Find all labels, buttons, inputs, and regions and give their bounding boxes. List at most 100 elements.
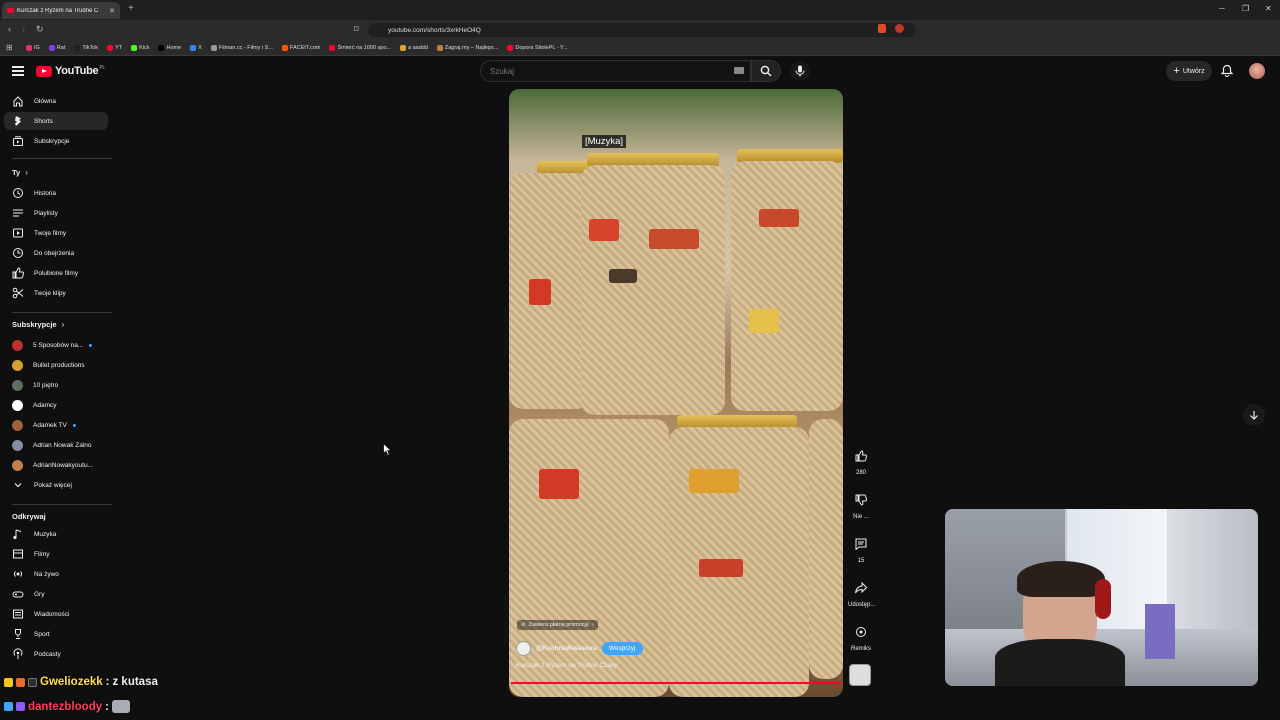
browser-tab[interactable]: Kurczak z Ryżem na Trudne C ✕ xyxy=(2,2,120,19)
sidebar-item-podcast[interactable]: Podcasty xyxy=(4,645,108,663)
bookmark-item[interactable]: a aaddd xyxy=(400,44,428,51)
brave-shield-icon[interactable] xyxy=(878,24,886,33)
bookmark-item[interactable]: FACEIT.com xyxy=(281,44,320,51)
close-tab-icon[interactable]: ✕ xyxy=(109,7,115,15)
short-video-player[interactable] xyxy=(509,89,843,697)
maximize-icon[interactable]: ❐ xyxy=(1242,4,1249,13)
channel-label: AdrianNowakyoutu... xyxy=(33,461,93,469)
subscription-channel[interactable]: 10 piętro xyxy=(4,376,108,394)
sidebar-item-live[interactable]: Na żywo xyxy=(4,565,108,583)
back-icon[interactable]: ‹ xyxy=(8,24,11,34)
sidebar-item-watch-later[interactable]: Do obejrzenia xyxy=(4,244,108,262)
bookmark-item[interactable]: Śmierć na 1000 spo... xyxy=(329,44,391,51)
bookmark-item[interactable]: IG xyxy=(26,44,40,51)
notifications-bell-icon[interactable] xyxy=(1220,64,1234,82)
create-button[interactable]: + Utwórz xyxy=(1166,61,1212,81)
sidebar-item-your-videos[interactable]: Twoje filmy xyxy=(4,224,108,242)
bookmark-item[interactable]: YT xyxy=(107,44,122,51)
next-short-button[interactable] xyxy=(1243,404,1265,426)
paid-promotion-label[interactable]: ⊘ Zawiera płatną promocję › xyxy=(517,620,598,630)
video-title[interactable]: Kurczak z Ryżem na Trudne Czasy xyxy=(516,662,618,669)
arrow-down-icon xyxy=(1250,411,1258,420)
bookmark-favicon-icon xyxy=(507,44,514,51)
search-button[interactable] xyxy=(751,60,781,82)
url-field[interactable]: youtube.com/shorts/3xrkHeO4Q xyxy=(368,23,916,37)
apps-grid-icon[interactable]: ⊞ xyxy=(6,43,13,52)
sidebar-item-subscriptions[interactable]: Subskrypcje xyxy=(4,132,108,150)
audio-thumbnail[interactable] xyxy=(849,664,871,686)
tab-title: Kurczak z Ryżem na Trudne C xyxy=(17,7,99,14)
like-button[interactable]: 280 xyxy=(848,444,874,476)
bookmark-item[interactable]: X xyxy=(190,44,202,51)
account-avatar[interactable] xyxy=(1249,63,1265,79)
minimize-icon[interactable]: ─ xyxy=(1219,4,1225,13)
channel-avatar xyxy=(12,379,23,391)
forward-icon[interactable]: › xyxy=(22,24,25,34)
bookmark-item[interactable]: Zagraj.my – Najleps... xyxy=(436,44,498,51)
remix-button[interactable]: Remiks xyxy=(848,620,874,652)
voice-search-button[interactable] xyxy=(790,61,810,81)
chat-username[interactable]: Gweliozekk xyxy=(40,676,103,688)
subscription-channel[interactable]: AdrianNowakyoutu... xyxy=(4,456,108,474)
bookmark-label: Dopora SitolePL - Y... xyxy=(515,44,568,51)
close-window-icon[interactable]: ✕ xyxy=(1265,4,1272,13)
bookmark-item[interactable]: Rat xyxy=(48,44,65,51)
new-tab-icon[interactable]: + xyxy=(128,3,134,14)
sidebar-item-history[interactable]: Historia xyxy=(4,184,108,202)
channel-avatar xyxy=(12,399,23,411)
bookmark-item[interactable]: TikTok xyxy=(74,44,98,51)
chat-username[interactable]: dantezbloody xyxy=(28,701,102,713)
subscription-channel[interactable]: 5 Sposobów na... xyxy=(4,336,108,354)
sidebar-item-liked[interactable]: Polubione filmy xyxy=(4,264,108,282)
sidebar-item-label: Na żywo xyxy=(34,570,59,578)
channel-avatar[interactable] xyxy=(516,641,531,656)
sidebar-item-news[interactable]: Wiadomości xyxy=(4,605,108,623)
sidebar-divider xyxy=(12,504,112,505)
menu-icon[interactable] xyxy=(12,66,24,76)
search-input[interactable]: Szukaj xyxy=(480,60,751,82)
rewards-icon[interactable] xyxy=(895,24,904,33)
channel-info: @KuchniaKwasiora Wesprzyj xyxy=(516,641,643,656)
eggplant-piece xyxy=(609,269,637,283)
show-more-button[interactable]: Pokaż więcej xyxy=(4,476,108,494)
sidebar-item-trophy[interactable]: Sport xyxy=(4,625,108,643)
history-icon xyxy=(12,187,24,199)
dislike-button[interactable]: Nie ... xyxy=(848,488,874,520)
subscription-channel[interactable]: Bullet productions xyxy=(4,356,108,374)
chat-text: z kutasa xyxy=(112,676,158,688)
subscription-channel[interactable]: Adamcy xyxy=(4,396,108,414)
subscription-channel[interactable]: Adamek TV xyxy=(4,416,108,434)
section-heading-text: Odkrywaj xyxy=(12,512,46,521)
sidebar-item-gaming[interactable]: Gry xyxy=(4,585,108,603)
bookmark-item[interactable]: Kick xyxy=(131,44,149,51)
sidebar-item-home[interactable]: Główna xyxy=(4,92,108,110)
section-explore[interactable]: Odkrywaj xyxy=(12,512,46,521)
bookmark-item[interactable]: Filman.cc - Filmy i S... xyxy=(210,44,273,51)
comments-button[interactable]: 15 xyxy=(848,532,874,564)
youtube-logo[interactable]: YouTube PL xyxy=(36,65,105,77)
subscription-channel[interactable]: Adrian Nowak Zalno xyxy=(4,436,108,454)
section-you[interactable]: Ty › xyxy=(12,168,28,177)
sidebar-item-playlist[interactable]: Playlisty xyxy=(4,204,108,222)
reload-icon[interactable]: ↻ xyxy=(36,24,44,35)
keyboard-icon[interactable] xyxy=(734,67,744,74)
section-subscriptions[interactable]: Subskrypcje › xyxy=(12,320,64,329)
sidebar-item-film[interactable]: Filmy xyxy=(4,545,108,563)
emote-icon xyxy=(16,677,25,687)
share-button[interactable]: Udostęp... xyxy=(848,576,875,608)
channel-name[interactable]: @KuchniaKwasiora xyxy=(536,645,597,652)
support-button[interactable]: Wesprzyj xyxy=(601,642,643,655)
bookmark-item[interactable]: Dopora SitolePL - Y... xyxy=(507,44,568,51)
jar xyxy=(731,161,843,411)
bookmark-favicon-icon xyxy=(74,44,81,51)
podcast-icon xyxy=(12,648,24,660)
sidebar-item-label: Sport xyxy=(34,630,50,638)
channel-label: Adamek TV xyxy=(33,421,67,429)
bookmark-icon[interactable]: ⌑ xyxy=(354,24,359,35)
sidebar-item-shorts[interactable]: Shorts xyxy=(4,112,108,130)
sidebar-item-music[interactable]: Muzyka xyxy=(4,525,108,543)
live-icon xyxy=(12,568,24,580)
bookmark-item[interactable]: Home xyxy=(158,44,181,51)
video-progress-bar[interactable] xyxy=(511,682,841,684)
sidebar-item-clips[interactable]: Twoje klipy xyxy=(4,284,108,302)
